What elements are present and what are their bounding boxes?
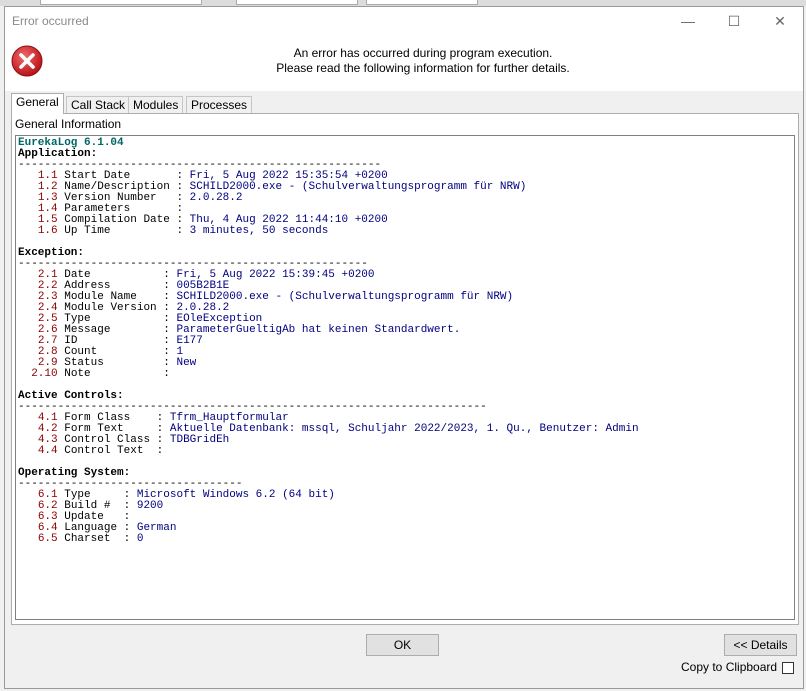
row-number: 4.4: [37, 445, 58, 457]
row-label: Control Text: [64, 445, 151, 457]
row-label: Up Time: [64, 225, 170, 237]
background-field: [366, 0, 478, 5]
tab-call-stack[interactable]: Call Stack: [66, 96, 131, 113]
row-value: 0: [136, 533, 144, 545]
report-text-area[interactable]: EurekaLog 6.1.04 Application: ----------…: [15, 135, 795, 620]
panel-title: General Information: [15, 117, 122, 131]
maximize-icon: ☐: [727, 12, 741, 29]
row-value: 9200: [136, 500, 164, 512]
row-number: 2.10: [31, 368, 58, 380]
message-header: An error has occurred during program exe…: [5, 35, 803, 91]
copy-to-clipboard-checkbox[interactable]: [782, 662, 794, 674]
row-value: Aktuelle Datenbank: mssql, Schuljahr 202…: [169, 423, 639, 435]
row-value: 2.0.28.2: [189, 192, 243, 204]
close-icon: ✕: [774, 12, 786, 29]
message-line-1: An error has occurred during program exe…: [293, 46, 553, 60]
minimize-button[interactable]: —: [665, 7, 711, 35]
report-content: EurekaLog 6.1.04 Application: ----------…: [18, 137, 639, 545]
error-dialog: Error occurred — ☐ ✕ An error has occurr…: [4, 6, 804, 689]
minimize-icon: —: [681, 13, 695, 29]
row-value: 3 minutes, 50 seconds: [189, 225, 329, 237]
tab-processes[interactable]: Processes: [186, 96, 253, 113]
error-icon: [11, 45, 43, 77]
tab-modules[interactable]: Modules: [128, 96, 184, 113]
title-bar[interactable]: Error occurred — ☐ ✕: [5, 7, 803, 35]
row-value: ParameterGueltigAb hat keinen Standardwe…: [176, 324, 461, 336]
row-value: Microsoft Windows 6.2 (64 bit): [136, 489, 335, 501]
row-number: 1.6: [37, 225, 58, 237]
message-line-2: Please read the following information fo…: [276, 61, 570, 75]
row-number: 6.5: [37, 533, 58, 545]
row-label: Note: [64, 368, 157, 380]
ok-button[interactable]: OK: [366, 634, 439, 656]
tab-general[interactable]: General: [11, 93, 64, 114]
details-button[interactable]: << Details: [724, 634, 797, 656]
close-button[interactable]: ✕: [757, 7, 803, 35]
row-label: Charset: [64, 533, 118, 545]
window-title: Error occurred: [12, 14, 89, 28]
row-value: New: [176, 357, 197, 369]
row-value: TDBGridEh: [169, 434, 230, 446]
copy-to-clipboard-label: Copy to Clipboard: [681, 660, 778, 674]
background-field: [40, 0, 202, 5]
maximize-button[interactable]: ☐: [711, 7, 757, 35]
tab-panel-general: General Information EurekaLog 6.1.04 App…: [11, 113, 799, 625]
background-field: [236, 0, 358, 5]
